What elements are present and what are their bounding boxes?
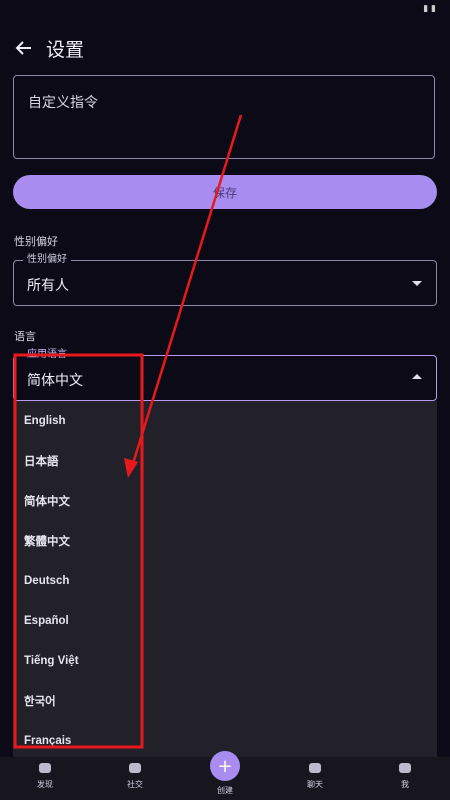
- highlight-box: [13, 353, 144, 749]
- annotation-arrowhead: [124, 458, 138, 478]
- annotation-overlay: [13, 114, 243, 749]
- annotation-arrow-line: [129, 114, 243, 471]
